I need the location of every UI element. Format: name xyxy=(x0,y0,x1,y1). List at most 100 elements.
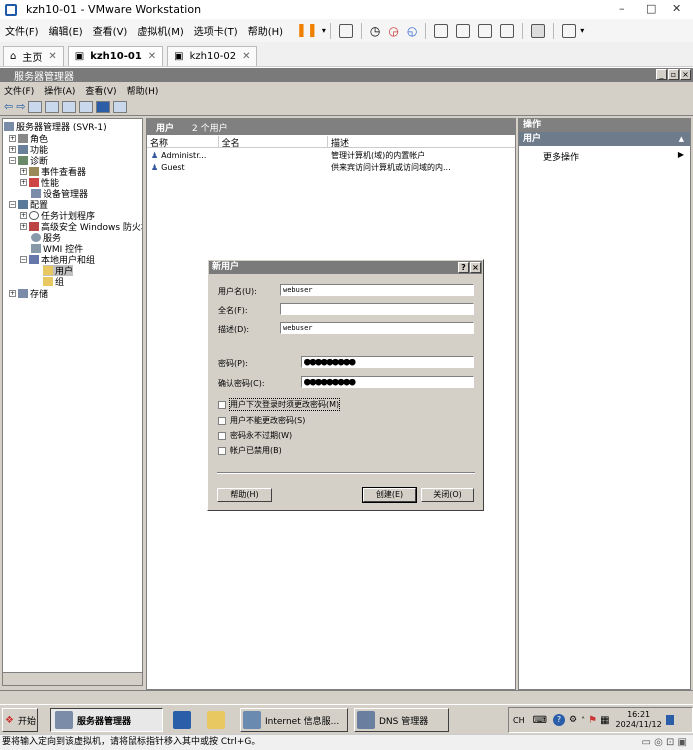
taskbar-item-server-manager[interactable]: 服务器管理器 xyxy=(50,708,163,732)
show-desktop-icon[interactable] xyxy=(665,715,674,725)
collapse-icon[interactable]: ▲ xyxy=(679,132,684,146)
taskbar-label: 服务器管理器 xyxy=(77,716,132,727)
clock[interactable]: 16:21 2024/11/12 xyxy=(616,710,662,730)
menu-vm[interactable]: 虚拟机(M) xyxy=(132,23,188,38)
close-icon[interactable]: ✕ xyxy=(148,51,156,62)
sm-minimize-button[interactable]: _ xyxy=(656,69,667,80)
close-dialog-button[interactable]: 关闭(O) xyxy=(421,488,474,502)
export-list-icon[interactable] xyxy=(79,100,94,113)
minimize-button[interactable]: – xyxy=(619,2,625,15)
show-hide-tree-icon[interactable] xyxy=(45,100,60,113)
performance-icon xyxy=(29,178,39,187)
menu-view[interactable]: 查看(V) xyxy=(88,23,133,38)
dialog-help-button[interactable]: ? xyxy=(458,262,469,273)
menu-file[interactable]: 文件(F) xyxy=(0,23,44,38)
close-icon[interactable]: ✕ xyxy=(48,51,56,62)
actions-section-users[interactable]: 用户 ▲ xyxy=(519,132,690,146)
tab-home[interactable]: ⌂ 主页 ✕ xyxy=(3,46,64,66)
create-button[interactable]: 创建(E) xyxy=(362,487,417,503)
fullname-field[interactable] xyxy=(280,303,474,315)
window-title: kzh10-01 - VMware Workstation xyxy=(26,3,202,16)
keyboard-icon[interactable]: ⌨ xyxy=(533,715,547,726)
chevron-right-icon: ▶ xyxy=(677,150,684,159)
device-status-icons[interactable]: ▭ ◎ ⊡ ▣ xyxy=(641,735,687,750)
help-icon[interactable] xyxy=(96,100,111,113)
console-icon[interactable] xyxy=(531,23,546,38)
powershell-button[interactable] xyxy=(173,708,191,732)
storage-icon xyxy=(18,289,28,298)
tab-label: kzh10-02 xyxy=(189,51,237,62)
sm-close-button[interactable]: × xyxy=(680,69,691,80)
username-field[interactable]: webuser xyxy=(280,284,474,296)
action-pane-icon[interactable] xyxy=(113,100,128,113)
help-icon[interactable]: ? xyxy=(553,714,566,726)
account-disabled-checkbox[interactable]: 帐户已禁用(B) xyxy=(218,445,282,456)
user-icon: ♟ xyxy=(151,151,159,160)
tree-root[interactable]: 服务器管理器 (SVR-1) xyxy=(4,121,107,133)
tree-item-storage[interactable]: + 存储 xyxy=(9,288,48,300)
unity-icon[interactable] xyxy=(478,23,493,38)
thumbnail-view-icon[interactable] xyxy=(456,23,471,38)
menu-tabs[interactable]: 选项卡(T) xyxy=(189,23,243,38)
column-description[interactable]: 描述 xyxy=(328,136,515,149)
status-message: 要将输入定向到该虚拟机，请将鼠标指针移入其中或按 Ctrl+G。 xyxy=(2,737,261,747)
username-label: 用户名(U): xyxy=(218,287,257,296)
column-name[interactable]: 名称 xyxy=(147,136,219,149)
start-button[interactable]: ❖ 开始 xyxy=(2,708,38,732)
password-field[interactable]: ●●●●●●●●● xyxy=(301,356,474,368)
cannot-change-password-checkbox[interactable]: 用户不能更改密码(S) xyxy=(218,415,305,426)
dialog-close-button[interactable]: × xyxy=(470,262,481,273)
forward-icon[interactable]: ⇨ xyxy=(16,100,25,113)
send-ctrl-alt-del-icon[interactable] xyxy=(338,23,353,38)
actions-title: 操作 xyxy=(519,119,690,132)
taskbar-item-iis[interactable]: Internet 信息服... xyxy=(240,708,348,732)
up-level-icon[interactable] xyxy=(28,100,43,113)
manage-snapshots-icon[interactable]: ◵ xyxy=(407,24,417,38)
config-icon xyxy=(18,200,28,209)
sm-menu-file[interactable]: 文件(F) xyxy=(4,84,34,97)
stretch-icon[interactable] xyxy=(562,23,577,38)
password-never-expires-checkbox[interactable]: 密码永不过期(W) xyxy=(218,430,292,441)
must-change-password-checkbox[interactable]: 用户下次登录时须更改密码(M) xyxy=(218,398,341,411)
firewall-icon xyxy=(29,222,39,231)
dropdown-icon[interactable]: ▾ xyxy=(580,26,584,35)
fullname-label: 全名(F): xyxy=(218,306,248,315)
confirm-password-field[interactable]: ●●●●●●●●● xyxy=(301,376,474,388)
back-icon[interactable]: ⇦ xyxy=(4,100,13,113)
help-button[interactable]: 帮助(H) xyxy=(217,488,272,502)
settings-icon[interactable]: ⚙ xyxy=(569,715,577,725)
tab-kzh10-02[interactable]: ▣ kzh10-02 ✕ xyxy=(167,46,258,66)
sm-menu-help[interactable]: 帮助(H) xyxy=(127,84,159,97)
tree-item-firewall[interactable]: + 高级安全 Windows 防火墙 xyxy=(20,221,142,233)
fullscreen-icon[interactable] xyxy=(500,23,515,38)
table-row[interactable]: ♟ Administr... 管理计算机(域)的内置帐户 xyxy=(147,150,515,161)
sm-restore-button[interactable]: ▫ xyxy=(668,69,679,80)
tree-horizontal-scrollbar[interactable] xyxy=(2,672,143,686)
column-fullname[interactable]: 全名 xyxy=(219,136,329,149)
chevron-up-icon[interactable]: ˄ xyxy=(581,716,585,725)
volume-icon[interactable]: ▦ xyxy=(600,715,609,726)
refresh-icon[interactable] xyxy=(62,100,77,113)
more-actions-link[interactable]: 更多操作 ▶ xyxy=(519,146,690,163)
tab-kzh10-01[interactable]: ▣ kzh10-01 ✕ xyxy=(67,46,164,66)
library-view-icon[interactable] xyxy=(434,23,449,38)
dialog-title-bar: 新用户 ? × xyxy=(209,261,482,274)
snapshot-icon[interactable]: ◷ xyxy=(370,24,380,38)
network-icon[interactable]: ⚑ xyxy=(588,715,597,726)
sm-menu-view[interactable]: 查看(V) xyxy=(85,84,116,97)
table-row[interactable]: ♟ Guest 供来宾访问计算机或访问域的内... xyxy=(147,162,515,173)
tree-item-groups[interactable]: 组 xyxy=(43,276,64,288)
revert-snapshot-icon[interactable]: ◶ xyxy=(388,24,398,38)
menu-help[interactable]: 帮助(H) xyxy=(243,23,288,38)
taskbar-item-dns[interactable]: DNS 管理器 xyxy=(354,708,449,732)
description-field[interactable]: webuser xyxy=(280,322,474,334)
pause-icon[interactable]: ❚❚ xyxy=(296,23,318,38)
close-button[interactable]: ✕ xyxy=(672,2,681,15)
explorer-button[interactable] xyxy=(207,708,225,732)
dropdown-icon[interactable]: ▾ xyxy=(322,26,326,35)
sm-menu-action[interactable]: 操作(A) xyxy=(44,84,75,97)
language-indicator[interactable]: CH xyxy=(513,716,525,725)
close-icon[interactable]: ✕ xyxy=(242,51,250,62)
maximize-button[interactable]: □ xyxy=(646,2,656,15)
menu-edit[interactable]: 编辑(E) xyxy=(44,23,88,38)
